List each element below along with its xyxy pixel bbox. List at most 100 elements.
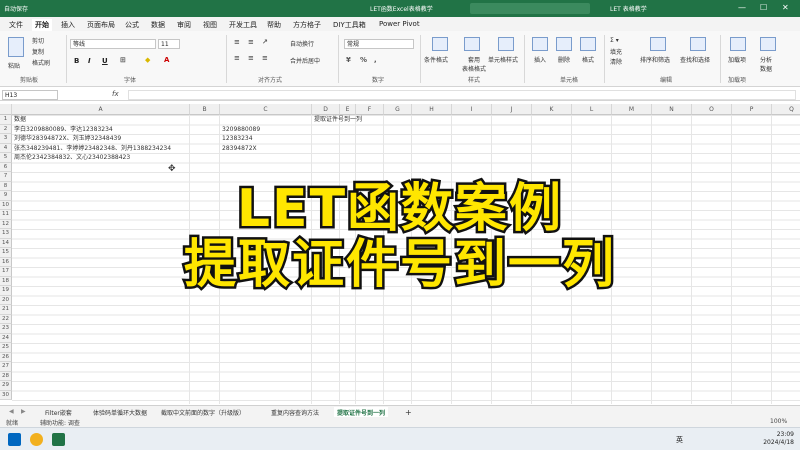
analyze-data-icon[interactable] bbox=[760, 37, 776, 51]
minimize-button[interactable]: — bbox=[738, 3, 746, 12]
maximize-button[interactable]: ☐ bbox=[760, 3, 767, 12]
format-cells-button[interactable]: 格式 bbox=[582, 55, 594, 64]
comma-icon[interactable]: , bbox=[374, 56, 377, 64]
cell-c2[interactable]: 3209880089 bbox=[222, 125, 260, 134]
row-header-22[interactable]: 22 bbox=[0, 314, 12, 324]
sort-filter-button[interactable]: 排序和筛选 bbox=[640, 55, 670, 64]
tab-help[interactable]: 帮助 bbox=[264, 19, 284, 31]
conditional-format-icon[interactable] bbox=[432, 37, 448, 51]
percent-icon[interactable]: % bbox=[360, 56, 367, 64]
table-format-button[interactable]: 套用 表格格式 bbox=[462, 55, 486, 73]
align-right-icon[interactable]: ≡ bbox=[262, 54, 268, 62]
table-format-icon[interactable] bbox=[464, 37, 480, 51]
insert-cells-button[interactable]: 插入 bbox=[534, 55, 546, 64]
name-box[interactable]: H13 bbox=[2, 90, 58, 100]
border-icon[interactable]: ⊞ bbox=[120, 56, 126, 64]
column-header-b[interactable]: B bbox=[190, 104, 220, 115]
column-header-e[interactable]: E bbox=[340, 104, 356, 115]
cell-style-button[interactable]: 单元格样式 bbox=[488, 55, 518, 64]
row-header-24[interactable]: 24 bbox=[0, 333, 12, 343]
align-top-icon[interactable]: ≡ bbox=[234, 38, 240, 46]
paste-button[interactable]: 粘贴 bbox=[8, 61, 20, 70]
cell-a2[interactable]: 李白3209880089、李达12383234 bbox=[14, 125, 113, 134]
column-header-q[interactable]: Q bbox=[772, 104, 800, 115]
row-header-28[interactable]: 28 bbox=[0, 371, 12, 381]
addins-button[interactable]: 加载项 bbox=[728, 55, 746, 64]
sort-filter-icon[interactable] bbox=[650, 37, 666, 51]
row-header-3[interactable]: 3 bbox=[0, 134, 12, 144]
column-header-k[interactable]: K bbox=[532, 104, 572, 115]
search-box[interactable] bbox=[470, 3, 590, 14]
conditional-format-button[interactable]: 条件格式 bbox=[424, 55, 448, 64]
find-select-icon[interactable] bbox=[690, 37, 706, 51]
clear-button[interactable]: 清除 bbox=[610, 57, 622, 66]
row-header-4[interactable]: 4 bbox=[0, 143, 12, 153]
select-all-corner[interactable] bbox=[0, 104, 12, 115]
font-color-icon[interactable]: A bbox=[164, 56, 169, 64]
autosave-toggle[interactable]: 自动保存 bbox=[4, 4, 28, 13]
cell-a3[interactable]: 刘德华28394872X、刘玉婷32348439 bbox=[14, 134, 121, 143]
system-clock[interactable]: 23:09 2024/4/18 bbox=[763, 431, 794, 447]
delete-cells-icon[interactable] bbox=[556, 37, 572, 51]
bold-button[interactable]: B bbox=[74, 57, 79, 65]
fx-icon[interactable]: fx bbox=[112, 90, 119, 98]
tab-diy-toolbox[interactable]: DIY工具箱 bbox=[330, 19, 369, 31]
column-header-i[interactable]: I bbox=[452, 104, 492, 115]
start-icon[interactable] bbox=[8, 433, 21, 446]
format-cells-icon[interactable] bbox=[580, 37, 596, 51]
underline-button[interactable]: U bbox=[102, 57, 108, 65]
cell-a1[interactable]: 数据 bbox=[14, 115, 26, 124]
format-painter-button[interactable]: 格式刷 bbox=[32, 58, 50, 67]
column-header-c[interactable]: C bbox=[220, 104, 312, 115]
row-header-26[interactable]: 26 bbox=[0, 352, 12, 362]
analyze-data-button[interactable]: 分析 数据 bbox=[760, 55, 772, 73]
column-header-n[interactable]: N bbox=[652, 104, 692, 115]
cell-d1[interactable]: 提取证件号到一列 bbox=[314, 115, 362, 124]
user-name[interactable]: LET 表格教学 bbox=[610, 4, 647, 13]
row-header-5[interactable]: 5 bbox=[0, 153, 12, 163]
row-header-30[interactable]: 30 bbox=[0, 390, 12, 400]
row-header-29[interactable]: 29 bbox=[0, 381, 12, 391]
column-header-l[interactable]: L bbox=[572, 104, 612, 115]
paste-icon[interactable] bbox=[8, 37, 24, 57]
row-header-1[interactable]: 1 bbox=[0, 115, 12, 125]
cell-a4[interactable]: 张杰348239481、李婷婷23482348、刘丹1388234234 bbox=[14, 144, 171, 153]
column-header-g[interactable]: G bbox=[384, 104, 412, 115]
column-header-j[interactable]: J bbox=[492, 104, 532, 115]
tab-developer[interactable]: 开发工具 bbox=[226, 19, 260, 31]
currency-icon[interactable]: ¥ bbox=[346, 56, 351, 64]
tab-file[interactable]: 文件 bbox=[6, 19, 26, 31]
tab-page-layout[interactable]: 页面布局 bbox=[84, 19, 118, 31]
addins-icon[interactable] bbox=[730, 37, 746, 51]
copy-button[interactable]: 复制 bbox=[32, 47, 44, 56]
column-header-a[interactable]: A bbox=[12, 104, 190, 115]
align-middle-icon[interactable]: ≡ bbox=[248, 38, 254, 46]
number-format-dropdown[interactable]: 常规 bbox=[344, 39, 414, 49]
column-header-h[interactable]: H bbox=[412, 104, 452, 115]
font-name-dropdown[interactable]: 等线 bbox=[70, 39, 156, 49]
ime-language[interactable]: 英 bbox=[676, 435, 683, 445]
tab-review[interactable]: 审阅 bbox=[174, 19, 194, 31]
close-button[interactable]: ✕ bbox=[782, 3, 789, 12]
font-size-dropdown[interactable]: 11 bbox=[158, 39, 180, 49]
fill-color-icon[interactable]: ◆ bbox=[145, 56, 150, 64]
tab-data[interactable]: 数据 bbox=[148, 19, 168, 31]
wrap-text-button[interactable]: 自动换行 bbox=[290, 39, 314, 48]
cell-style-icon[interactable] bbox=[498, 37, 514, 51]
row-header-25[interactable]: 25 bbox=[0, 343, 12, 353]
tab-insert[interactable]: 插入 bbox=[58, 19, 78, 31]
insert-cells-icon[interactable] bbox=[532, 37, 548, 51]
find-select-button[interactable]: 查找和选择 bbox=[680, 55, 710, 64]
chrome-icon[interactable] bbox=[30, 433, 43, 446]
sheet-next-icon[interactable]: ▶ bbox=[18, 407, 29, 416]
italic-button[interactable]: I bbox=[88, 57, 91, 65]
column-header-o[interactable]: O bbox=[692, 104, 732, 115]
delete-cells-button[interactable]: 删除 bbox=[558, 55, 570, 64]
tab-formulas[interactable]: 公式 bbox=[122, 19, 142, 31]
tab-ffcell[interactable]: 方方格子 bbox=[290, 19, 324, 31]
column-header-f[interactable]: F bbox=[356, 104, 384, 115]
row-header-2[interactable]: 2 bbox=[0, 124, 12, 134]
status-accessibility[interactable]: 辅助功能: 调查 bbox=[40, 418, 80, 427]
column-header-p[interactable]: P bbox=[732, 104, 772, 115]
row-header-27[interactable]: 27 bbox=[0, 362, 12, 372]
